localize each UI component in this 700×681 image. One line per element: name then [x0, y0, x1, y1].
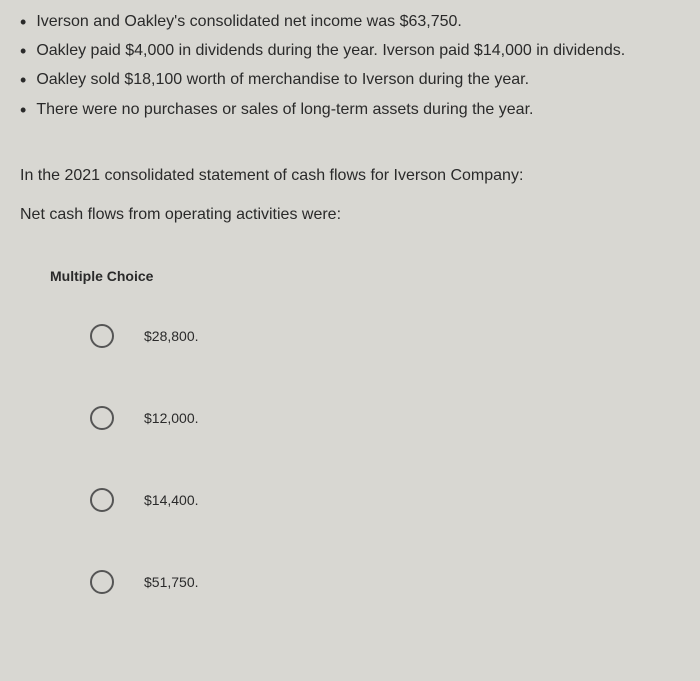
bullet-item: • Oakley sold $18,100 worth of merchandi…	[20, 68, 680, 93]
choice-text: $12,000.	[144, 410, 199, 426]
radio-icon[interactable]	[90, 488, 114, 512]
choice-option-4[interactable]: $51,750.	[90, 570, 680, 594]
choice-option-2[interactable]: $12,000.	[90, 406, 680, 430]
choices-list: $28,800. $12,000. $14,400. $51,750.	[90, 324, 680, 594]
choice-text: $28,800.	[144, 328, 199, 344]
radio-icon[interactable]	[90, 324, 114, 348]
bullet-text: Oakley sold $18,100 worth of merchandise…	[36, 68, 529, 92]
bullet-dot-icon: •	[20, 39, 26, 64]
radio-icon[interactable]	[90, 570, 114, 594]
bullet-text: Iverson and Oakley's consolidated net in…	[36, 10, 462, 34]
bullet-text: Oakley paid $4,000 in dividends during t…	[36, 39, 625, 63]
bullet-text: There were no purchases or sales of long…	[36, 98, 533, 122]
bullet-item: • Oakley paid $4,000 in dividends during…	[20, 39, 680, 64]
prompt-line-2: Net cash flows from operating activities…	[20, 202, 680, 228]
question-prompt: In the 2021 consolidated statement of ca…	[20, 163, 680, 228]
radio-icon[interactable]	[90, 406, 114, 430]
bullet-item: • Iverson and Oakley's consolidated net …	[20, 10, 680, 35]
choice-option-1[interactable]: $28,800.	[90, 324, 680, 348]
prompt-line-1: In the 2021 consolidated statement of ca…	[20, 163, 680, 189]
bullet-dot-icon: •	[20, 10, 26, 35]
multiple-choice-label: Multiple Choice	[50, 268, 680, 284]
bullet-dot-icon: •	[20, 68, 26, 93]
choice-text: $14,400.	[144, 492, 199, 508]
given-facts-list: • Iverson and Oakley's consolidated net …	[20, 10, 680, 123]
bullet-item: • There were no purchases or sales of lo…	[20, 98, 680, 123]
choice-option-3[interactable]: $14,400.	[90, 488, 680, 512]
choice-text: $51,750.	[144, 574, 199, 590]
bullet-dot-icon: •	[20, 98, 26, 123]
